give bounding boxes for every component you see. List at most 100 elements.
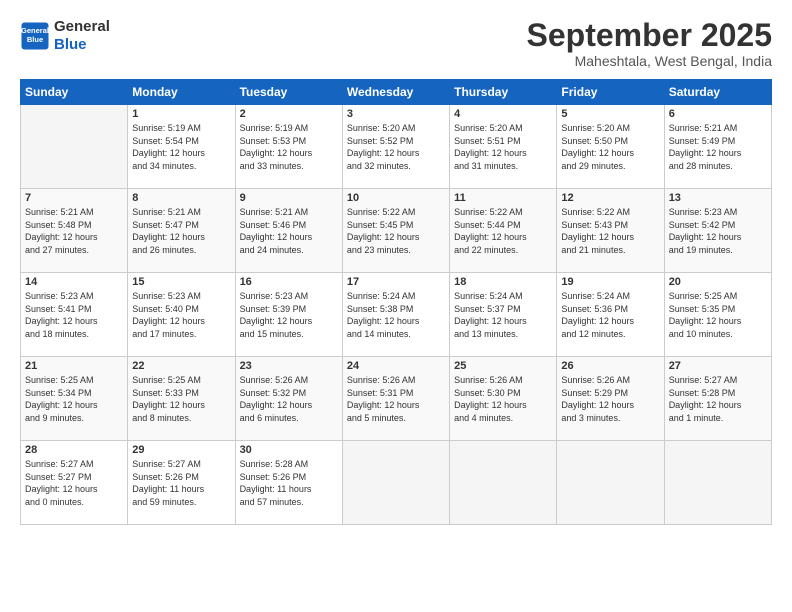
cell-info: Sunrise: 5:26 AM Sunset: 5:29 PM Dayligh… <box>561 374 659 424</box>
cell-5-5 <box>450 441 557 525</box>
col-sunday: Sunday <box>21 80 128 105</box>
cell-info: Sunrise: 5:26 AM Sunset: 5:31 PM Dayligh… <box>347 374 445 424</box>
cell-info: Sunrise: 5:21 AM Sunset: 5:46 PM Dayligh… <box>240 206 338 256</box>
logo-general: General <box>54 18 110 35</box>
day-number: 6 <box>669 108 767 120</box>
cell-2-6: 12Sunrise: 5:22 AM Sunset: 5:43 PM Dayli… <box>557 189 664 273</box>
cell-info: Sunrise: 5:19 AM Sunset: 5:53 PM Dayligh… <box>240 122 338 172</box>
cell-info: Sunrise: 5:27 AM Sunset: 5:27 PM Dayligh… <box>25 458 123 508</box>
day-number: 26 <box>561 360 659 372</box>
header-row: Sunday Monday Tuesday Wednesday Thursday… <box>21 80 772 105</box>
month-title: September 2025 <box>527 18 772 53</box>
cell-4-1: 21 Sunrise: 5:25 AM Sunset: 5:34 PM Dayli… <box>21 357 128 441</box>
cell-info: Sunrise: 5:21 AM Sunset: 5:48 PM Dayligh… <box>25 206 123 256</box>
cell-3-3: 16 Sunrise: 5:23 AM Sunset: 5:39 PM Dayli… <box>235 273 342 357</box>
cell-info: Sunrise: 5:20 AM Sunset: 5:52 PM Dayligh… <box>347 122 445 172</box>
svg-text:General: General <box>21 26 49 35</box>
cell-info: Sunrise: 5:23 AM Sunset: 5:42 PM Dayligh… <box>669 206 767 256</box>
cell-2-4: 10 Sunrise: 5:22 AM Sunset: 5:45 PM Dayli… <box>342 189 449 273</box>
cell-2-1: 7 Sunrise: 5:21 AM Sunset: 5:48 PM Daylig… <box>21 189 128 273</box>
cell-info: Sunrise: 5:27 AM Sunset: 5:28 PM Dayligh… <box>669 374 767 424</box>
cell-info: Sunrise: 5:27 AM Sunset: 5:26 PM Dayligh… <box>132 458 230 508</box>
cell-info: Sunrise: 5:25 AM Sunset: 5:35 PM Dayligh… <box>669 290 767 340</box>
week-row-4: 21 Sunrise: 5:25 AM Sunset: 5:34 PM Dayli… <box>21 357 772 441</box>
day-number: 14 <box>25 276 123 288</box>
cell-1-4: 3 Sunrise: 5:20 AM Sunset: 5:52 PM Daylig… <box>342 105 449 189</box>
cell-info: Sunrise: 5:24 AM Sunset: 5:37 PM Dayligh… <box>454 290 552 340</box>
week-row-2: 7 Sunrise: 5:21 AM Sunset: 5:48 PM Daylig… <box>21 189 772 273</box>
day-number: 7 <box>25 192 123 204</box>
day-number: 19 <box>561 276 659 288</box>
day-number: 28 <box>25 444 123 456</box>
day-number: 13 <box>669 192 767 204</box>
cell-4-4: 24 Sunrise: 5:26 AM Sunset: 5:31 PM Dayli… <box>342 357 449 441</box>
day-number: 11 <box>454 192 552 204</box>
day-number: 18 <box>454 276 552 288</box>
cell-info: Sunrise: 5:23 AM Sunset: 5:39 PM Dayligh… <box>240 290 338 340</box>
day-number: 12 <box>561 192 659 204</box>
cell-3-5: 18 Sunrise: 5:24 AM Sunset: 5:37 PM Dayli… <box>450 273 557 357</box>
page: General Blue General Blue September 2025… <box>0 0 792 612</box>
cell-4-3: 23 Sunrise: 5:26 AM Sunset: 5:32 PM Dayli… <box>235 357 342 441</box>
cell-3-2: 15Sunrise: 5:23 AM Sunset: 5:40 PM Dayli… <box>128 273 235 357</box>
col-thursday: Thursday <box>450 80 557 105</box>
col-monday: Monday <box>128 80 235 105</box>
cell-info: Sunrise: 5:21 AM Sunset: 5:47 PM Dayligh… <box>132 206 230 256</box>
day-number: 1 <box>132 108 230 120</box>
cell-info: Sunrise: 5:23 AM Sunset: 5:41 PM Dayligh… <box>25 290 123 340</box>
cell-5-4 <box>342 441 449 525</box>
day-number: 22 <box>132 360 230 372</box>
week-row-5: 28 Sunrise: 5:27 AM Sunset: 5:27 PM Dayli… <box>21 441 772 525</box>
logo-blue: Blue <box>54 36 87 53</box>
cell-2-7: 13 Sunrise: 5:23 AM Sunset: 5:42 PM Dayli… <box>664 189 771 273</box>
cell-1-6: 5Sunrise: 5:20 AM Sunset: 5:50 PM Daylig… <box>557 105 664 189</box>
cell-1-2: 1 Sunrise: 5:19 AM Sunset: 5:54 PM Daylig… <box>128 105 235 189</box>
cell-info: Sunrise: 5:25 AM Sunset: 5:34 PM Dayligh… <box>25 374 123 424</box>
cell-info: Sunrise: 5:26 AM Sunset: 5:30 PM Dayligh… <box>454 374 552 424</box>
cell-5-6 <box>557 441 664 525</box>
col-wednesday: Wednesday <box>342 80 449 105</box>
col-friday: Friday <box>557 80 664 105</box>
cell-info: Sunrise: 5:20 AM Sunset: 5:50 PM Dayligh… <box>561 122 659 172</box>
cell-1-1 <box>21 105 128 189</box>
col-saturday: Saturday <box>664 80 771 105</box>
cell-info: Sunrise: 5:22 AM Sunset: 5:44 PM Dayligh… <box>454 206 552 256</box>
day-number: 16 <box>240 276 338 288</box>
day-number: 20 <box>669 276 767 288</box>
day-number: 29 <box>132 444 230 456</box>
day-number: 23 <box>240 360 338 372</box>
cell-3-7: 20 Sunrise: 5:25 AM Sunset: 5:35 PM Dayli… <box>664 273 771 357</box>
cell-info: Sunrise: 5:20 AM Sunset: 5:51 PM Dayligh… <box>454 122 552 172</box>
cell-1-5: 4 Sunrise: 5:20 AM Sunset: 5:51 PM Daylig… <box>450 105 557 189</box>
day-number: 4 <box>454 108 552 120</box>
cell-1-3: 2 Sunrise: 5:19 AM Sunset: 5:53 PM Daylig… <box>235 105 342 189</box>
day-number: 2 <box>240 108 338 120</box>
location: Maheshtala, West Bengal, India <box>527 53 772 69</box>
day-number: 24 <box>347 360 445 372</box>
cell-info: Sunrise: 5:19 AM Sunset: 5:54 PM Dayligh… <box>132 122 230 172</box>
logo: General Blue General Blue <box>20 18 110 54</box>
day-number: 3 <box>347 108 445 120</box>
cell-3-1: 14 Sunrise: 5:23 AM Sunset: 5:41 PM Dayli… <box>21 273 128 357</box>
day-number: 10 <box>347 192 445 204</box>
day-number: 21 <box>25 360 123 372</box>
day-number: 15 <box>132 276 230 288</box>
cell-2-3: 9Sunrise: 5:21 AM Sunset: 5:46 PM Daylig… <box>235 189 342 273</box>
col-tuesday: Tuesday <box>235 80 342 105</box>
day-number: 27 <box>669 360 767 372</box>
cell-3-6: 19Sunrise: 5:24 AM Sunset: 5:36 PM Dayli… <box>557 273 664 357</box>
week-row-1: 1 Sunrise: 5:19 AM Sunset: 5:54 PM Daylig… <box>21 105 772 189</box>
cell-info: Sunrise: 5:25 AM Sunset: 5:33 PM Dayligh… <box>132 374 230 424</box>
cell-5-2: 29 Sunrise: 5:27 AM Sunset: 5:26 PM Dayli… <box>128 441 235 525</box>
svg-text:Blue: Blue <box>27 35 43 44</box>
cell-4-5: 25Sunrise: 5:26 AM Sunset: 5:30 PM Dayli… <box>450 357 557 441</box>
calendar-table: Sunday Monday Tuesday Wednesday Thursday… <box>20 79 772 525</box>
cell-4-7: 27 Sunrise: 5:27 AM Sunset: 5:28 PM Dayli… <box>664 357 771 441</box>
cell-info: Sunrise: 5:22 AM Sunset: 5:45 PM Dayligh… <box>347 206 445 256</box>
cell-info: Sunrise: 5:26 AM Sunset: 5:32 PM Dayligh… <box>240 374 338 424</box>
cell-info: Sunrise: 5:24 AM Sunset: 5:38 PM Dayligh… <box>347 290 445 340</box>
cell-5-3: 30Sunrise: 5:28 AM Sunset: 5:26 PM Dayli… <box>235 441 342 525</box>
day-number: 30 <box>240 444 338 456</box>
header: General Blue General Blue September 2025… <box>20 18 772 69</box>
cell-2-5: 11 Sunrise: 5:22 AM Sunset: 5:44 PM Dayli… <box>450 189 557 273</box>
